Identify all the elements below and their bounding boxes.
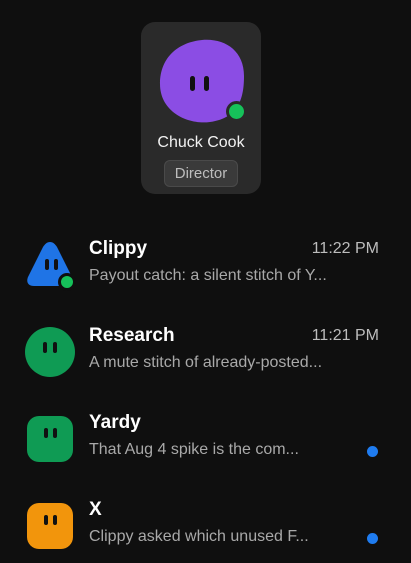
- conversation-name: X: [89, 499, 102, 520]
- conversation-item-yardy[interactable]: Yardy That Aug 4 spike is the com...: [0, 400, 411, 487]
- conversation-avatar: [24, 239, 76, 291]
- square-avatar-icon: [27, 416, 73, 462]
- conversation-preview: That Aug 4 spike is the com...: [89, 441, 299, 458]
- unread-indicator: [367, 446, 378, 457]
- online-status-indicator: [58, 273, 76, 291]
- chat-app: Chuck Cook Director Clippy 11:22 PM Payo…: [0, 0, 411, 563]
- conversation-name: Clippy: [89, 238, 148, 259]
- conversation-name: Research: [89, 325, 175, 346]
- conversation-preview: Payout catch: a silent stitch of Y...: [89, 267, 327, 284]
- conversation-avatar: [24, 413, 76, 465]
- conversation-item-x[interactable]: X Clippy asked which unused F...: [0, 487, 411, 563]
- conversation-preview: Clippy asked which unused F...: [89, 528, 309, 545]
- profile-name: Chuck Cook: [157, 134, 245, 151]
- conversation-time: 11:21 PM: [311, 327, 379, 344]
- conversation-name: Yardy: [89, 412, 141, 433]
- circle-avatar-icon: [25, 327, 75, 377]
- conversation-avatar: [24, 326, 76, 378]
- conversation-item-research[interactable]: Research 11:21 PM A mute stitch of alrea…: [0, 313, 411, 400]
- conversation-avatar: [24, 500, 76, 552]
- role-badge: Director: [164, 160, 238, 187]
- conversation-preview: A mute stitch of already-posted...: [89, 354, 323, 371]
- conversation-item-clippy[interactable]: Clippy 11:22 PM Payout catch: a silent s…: [0, 226, 411, 313]
- conversation-list: Clippy 11:22 PM Payout catch: a silent s…: [0, 226, 411, 563]
- conversation-time: 11:22 PM: [311, 240, 379, 257]
- profile-avatar[interactable]: [158, 38, 247, 126]
- online-status-indicator: [226, 101, 247, 122]
- square-avatar-icon: [27, 503, 73, 549]
- unread-indicator: [367, 533, 378, 544]
- profile-card[interactable]: Chuck Cook Director: [141, 22, 261, 194]
